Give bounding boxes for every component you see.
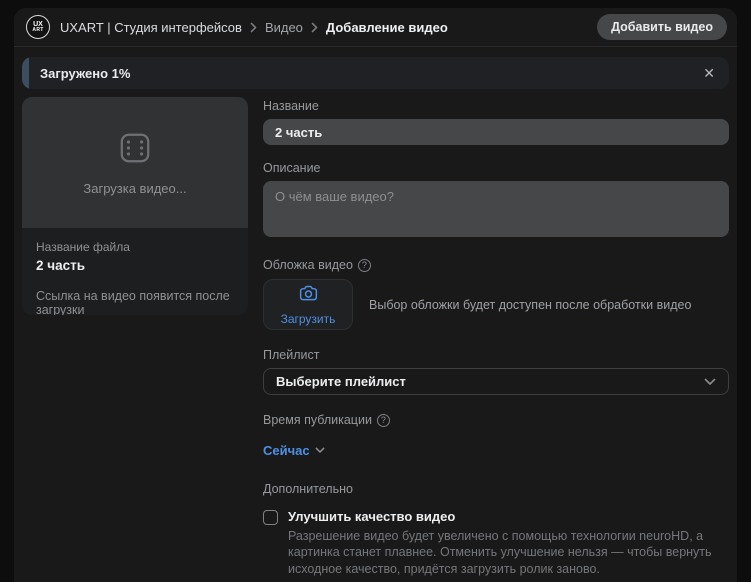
description-textarea[interactable] <box>263 181 729 237</box>
film-frame-icon <box>117 130 153 171</box>
publish-time-label: Время публикации <box>263 413 372 427</box>
title-input[interactable] <box>263 119 729 145</box>
cover-hint-text: Выбор обложки будет доступен после обраб… <box>369 298 691 312</box>
cover-upload-button[interactable]: Загрузить <box>263 279 353 330</box>
file-name-value: 2 часть <box>36 258 234 273</box>
cover-upload-label: Загрузить <box>281 312 336 326</box>
enhance-quality-description: Разрешение видео будет увеличено с помощ… <box>288 528 729 579</box>
description-label: Описание <box>263 161 729 175</box>
field-description: Описание <box>263 161 729 242</box>
uploading-video-card: Загрузка видео... Название файла 2 часть… <box>22 97 248 315</box>
enhance-quality-title[interactable]: Улучшить качество видео <box>288 509 729 524</box>
video-upload-modal: UX ART UXART | Студия интерфейсов Видео … <box>14 8 737 582</box>
file-name-label: Название файла <box>36 240 234 254</box>
progress-label: Загружено 1% <box>40 66 130 81</box>
video-file-info: Название файла 2 часть Ссылка на видео п… <box>22 228 248 315</box>
breadcrumb-community[interactable]: UXART | Студия интерфейсов <box>60 20 242 35</box>
playlist-selected-value: Выберите плейлист <box>276 374 406 389</box>
playlist-select[interactable]: Выберите плейлист <box>263 368 729 395</box>
header: UX ART UXART | Студия интерфейсов Видео … <box>14 8 737 47</box>
extra-section-label: Дополнительно <box>263 482 729 496</box>
chevron-down-icon <box>704 378 716 386</box>
help-icon[interactable]: ? <box>377 414 390 427</box>
video-link-hint: Ссылка на видео появится после загрузки <box>36 289 234 315</box>
field-publish-time: Время публикации ? Сейчас <box>263 413 729 460</box>
upload-progress-banner: Загружено 1% ✕ <box>22 57 729 89</box>
chevron-down-icon <box>315 441 325 459</box>
video-form: Название Описание Обложка видео ? <box>263 97 729 582</box>
breadcrumb-videos[interactable]: Видео <box>265 20 303 35</box>
playlist-label: Плейлист <box>263 348 729 362</box>
option-enhance-quality: Улучшить качество видео Разрешение видео… <box>263 509 729 579</box>
enhance-quality-checkbox[interactable] <box>263 510 278 525</box>
publish-time-dropdown[interactable]: Сейчас <box>263 441 325 459</box>
upload-status-text: Загрузка видео... <box>83 181 186 196</box>
publish-time-value: Сейчас <box>263 443 310 458</box>
logo-text-bottom: ART <box>32 28 43 33</box>
field-cover: Обложка видео ? Загрузить Выбор обложк <box>263 258 729 330</box>
chevron-right-icon <box>250 22 257 33</box>
breadcrumb: UXART | Студия интерфейсов Видео Добавле… <box>60 20 448 35</box>
cover-label: Обложка видео <box>263 258 353 272</box>
camera-icon <box>298 283 319 309</box>
title-label: Название <box>263 99 729 113</box>
video-preview-placeholder: Загрузка видео... <box>22 97 248 228</box>
field-title: Название <box>263 99 729 145</box>
close-icon[interactable]: ✕ <box>703 66 715 80</box>
field-playlist: Плейлист Выберите плейлист <box>263 348 729 395</box>
content: Загрузка видео... Название файла 2 часть… <box>14 97 737 582</box>
breadcrumb-current: Добавление видео <box>326 20 448 35</box>
community-avatar[interactable]: UX ART <box>26 15 50 39</box>
help-icon[interactable]: ? <box>358 259 371 272</box>
progress-fill <box>22 57 29 89</box>
chevron-right-icon <box>311 22 318 33</box>
add-video-button[interactable]: Добавить видео <box>597 14 727 40</box>
